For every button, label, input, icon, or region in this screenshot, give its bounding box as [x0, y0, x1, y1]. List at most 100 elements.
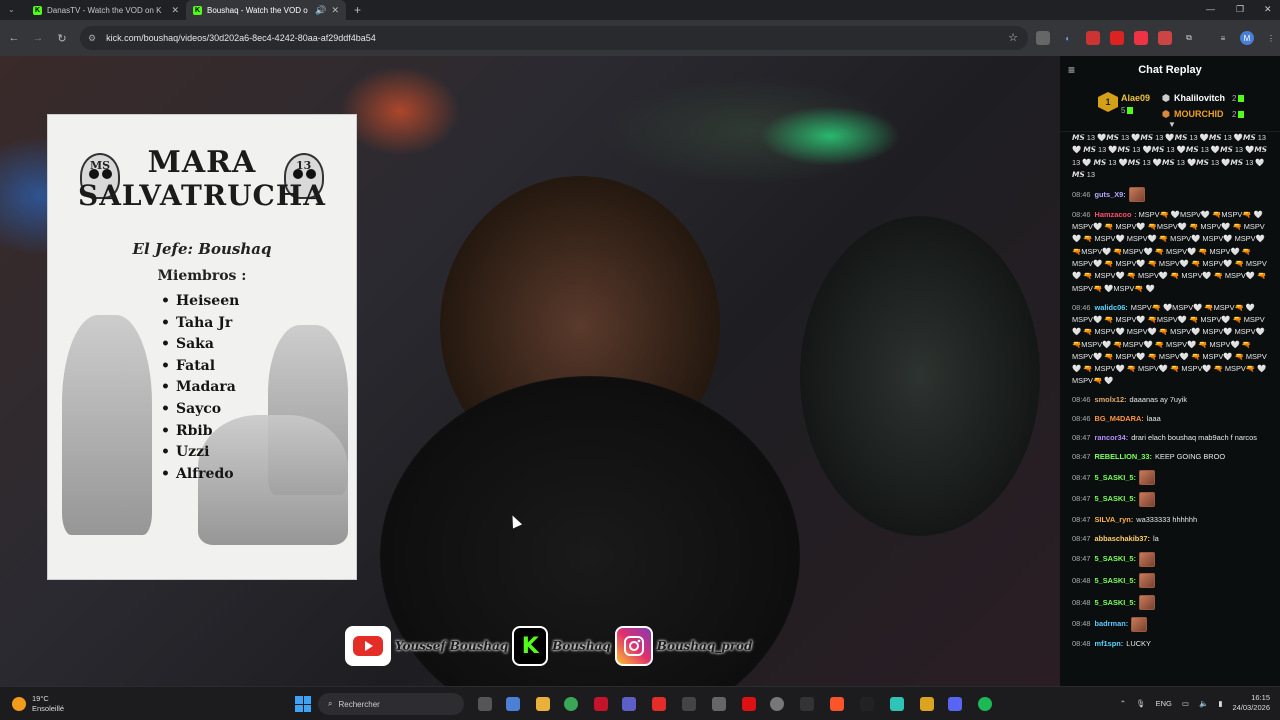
taskbar-search[interactable]: ⌕ Rechercher [318, 693, 464, 715]
tab-boushaq[interactable]: K Boushaq - Watch the VOD o 🔊 ✕ [186, 0, 346, 20]
file-explorer-icon[interactable] [536, 697, 550, 711]
extension-icon[interactable] [1110, 31, 1124, 45]
poster-jefe: El Jefe: Boushaq [132, 240, 272, 258]
poster-members-list: Heiseen Taha Jr Saka Fatal Madara Sayco … [161, 291, 239, 485]
language-indicator[interactable]: ENG [1156, 699, 1172, 708]
message-username[interactable]: REBELLION_33: [1095, 452, 1153, 461]
chat-message: 08:47 5_SASKI_5: [1072, 470, 1272, 486]
chat-title: Chat Replay [1138, 64, 1202, 76]
close-window-icon[interactable]: ✕ [1264, 4, 1272, 15]
acrobat-icon[interactable] [594, 697, 608, 711]
close-tab-icon[interactable]: ✕ [171, 5, 179, 16]
search-placeholder: Rechercher [338, 699, 380, 709]
message-username[interactable]: guts_X9: [1095, 190, 1126, 199]
app-icon[interactable] [682, 697, 696, 711]
message-time: 08:48 [1072, 619, 1091, 629]
message-username[interactable]: 5_SASKI_5: [1095, 473, 1137, 482]
video-player[interactable]: MS 13 MARA SALVATRUCHA El Jefe: Boushaq … [0, 56, 1060, 686]
app-icon[interactable] [800, 697, 814, 711]
message-username[interactable]: abbaschakib37: [1095, 534, 1150, 543]
speaker-icon[interactable]: 🔊 [315, 5, 326, 16]
message-time: 08:47 [1072, 533, 1091, 543]
tab-danastv[interactable]: K DanasTV - Watch the VOD on K ✕ [26, 0, 186, 20]
chat-messages: 𝙈𝙎 13 🤍𝙈𝙎 13 🤍𝙈𝙎 13 🤍𝙈𝙎 13 🤍𝙈𝙎 13 🤍𝙈𝙎 13… [1072, 132, 1272, 657]
message-text: daaanas ay 7uyik [1129, 395, 1188, 405]
message-username[interactable]: 5_SASKI_5: [1095, 554, 1137, 563]
extension-icon[interactable]: ◖ [1060, 31, 1074, 45]
app-icon[interactable] [742, 697, 756, 711]
extension-icon[interactable] [1086, 31, 1100, 45]
copilot-icon[interactable] [506, 697, 520, 711]
maximize-icon[interactable]: ❐ [1236, 4, 1244, 15]
teams-icon[interactable] [622, 697, 636, 711]
profile-avatar[interactable]: M [1240, 31, 1254, 45]
message-time: 08:46 [1072, 302, 1091, 312]
message-time: 08:47 [1072, 452, 1091, 462]
bookmark-star-icon[interactable]: ☆ [1008, 31, 1018, 44]
chrome-icon[interactable] [564, 697, 578, 711]
site-info-icon[interactable]: ⚙ [88, 33, 96, 44]
collapse-chat-icon[interactable]: ≡ [1068, 63, 1075, 77]
emote-icon [1131, 616, 1148, 632]
app-icon[interactable] [712, 697, 726, 711]
message-username[interactable]: mf1spn: [1095, 639, 1124, 648]
forward-icon[interactable]: → [26, 32, 50, 44]
message-username[interactable]: Hamzacoo [1095, 210, 1132, 219]
new-tab-icon[interactable]: + [354, 3, 361, 17]
expand-leaderboard-icon[interactable]: ▼ [1168, 120, 1176, 129]
message-text: LUCKY [1126, 639, 1151, 649]
network-icon[interactable]: ▭ [1182, 699, 1189, 708]
chat-message: 08:47 REBELLION_33: KEEP GOING BROO [1072, 451, 1272, 463]
close-tab-icon[interactable]: ✕ [331, 5, 339, 16]
illustrated-figure [62, 315, 152, 535]
message-username[interactable]: smolx12: [1095, 395, 1127, 404]
chat-message: 08:47 rancor34: drari elach boushaq mab9ac… [1072, 432, 1272, 444]
extension-icon[interactable] [1158, 31, 1172, 45]
reload-icon[interactable]: ↻ [50, 32, 74, 45]
app-icon[interactable] [860, 697, 874, 711]
app-icon[interactable] [890, 697, 904, 711]
discord-icon[interactable] [948, 697, 962, 711]
minimize-icon[interactable]: — [1206, 4, 1215, 14]
puzzle-icon[interactable]: ⧉ [1182, 31, 1196, 45]
back-icon[interactable]: ← [2, 32, 26, 44]
leader-name[interactable]: Alae09 [1121, 93, 1150, 103]
battery-icon[interactable]: ▮ [1218, 699, 1222, 708]
leader-name[interactable]: MOURCHID [1174, 109, 1224, 119]
instagram-icon [614, 626, 653, 666]
message-time: 08:46 [1072, 189, 1091, 199]
brave-icon[interactable] [830, 697, 844, 711]
mic-icon[interactable]: 🎙 [1136, 699, 1146, 708]
start-button[interactable] [295, 696, 311, 712]
task-view-icon[interactable] [478, 697, 492, 711]
message-time: 08:48 [1072, 597, 1091, 607]
message-username[interactable]: walidc06: [1095, 303, 1128, 312]
clock[interactable]: 16:15 24/03/2026 [1232, 693, 1270, 713]
more-menu-icon[interactable]: ⋮ [1264, 31, 1278, 45]
chat-message: 08:47 abbaschakib37: la [1072, 533, 1272, 545]
message-username[interactable]: SILVA_ryn: [1095, 515, 1134, 524]
chevron-up-icon[interactable]: ⌃ [1120, 699, 1126, 708]
message-username[interactable]: 5_SASKI_5: [1095, 598, 1137, 607]
tab-bar: ⌄ K DanasTV - Watch the VOD on K ✕ K Bou… [0, 0, 1280, 20]
url-input[interactable]: ⚙ kick.com/boushaq/videos/30d202a6-8ec4-… [80, 26, 1028, 50]
gaming-chair [800, 216, 1040, 536]
message-username[interactable]: BG_M4DARA: [1095, 414, 1144, 423]
app-icon[interactable] [770, 697, 784, 711]
message-username[interactable]: rancor34: [1095, 433, 1129, 442]
spotify-icon[interactable] [978, 697, 992, 711]
message-username[interactable]: 5_SASKI_5: [1095, 494, 1137, 503]
youtube-app-icon[interactable] [652, 697, 666, 711]
message-username[interactable]: badrman: [1095, 619, 1129, 628]
reading-list-icon[interactable]: ≡ [1216, 31, 1230, 45]
weather-widget[interactable]: 19°C Ensoleillé [12, 694, 64, 714]
extension-icon[interactable] [1036, 31, 1050, 45]
app-icon[interactable] [920, 697, 934, 711]
extension-icon[interactable] [1134, 31, 1148, 45]
tab-search-chevron-icon[interactable]: ⌄ [8, 5, 15, 14]
message-username[interactable]: 5_SASKI_5: [1095, 576, 1137, 585]
message-text: : MSPV🔫 🤍MSPV🤍 🔫MSPV🔫 🤍 MSPV🤍 🔫 MSPV🤍 🔫M… [1072, 209, 1267, 293]
volume-icon[interactable]: 🔈 [1199, 699, 1208, 708]
chat-message: 08:48 5_SASKI_5: [1072, 573, 1272, 589]
leader-name[interactable]: Khalilovitch [1174, 93, 1225, 103]
